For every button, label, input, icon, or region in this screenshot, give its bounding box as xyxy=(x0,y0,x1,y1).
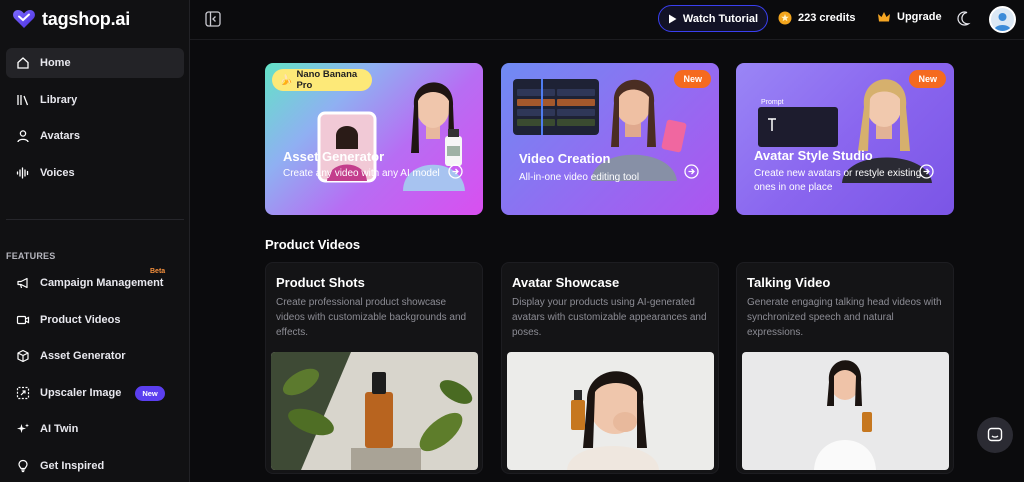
asset-generator-card[interactable]: 🍌 Nano Banana Pro Asset Generator Create… xyxy=(265,63,483,215)
sidebar-item-label: Library xyxy=(40,94,78,106)
sidebar-item-label: Product Videos xyxy=(40,314,121,326)
watch-tutorial-button[interactable]: Watch Tutorial xyxy=(658,5,768,32)
avatar-showcase-title: Avatar Showcase xyxy=(512,275,620,290)
beta-tag: Beta xyxy=(150,268,166,275)
sidebar-item-library[interactable]: Library xyxy=(6,85,184,115)
video-creation-desc: All-in-one video editing tool xyxy=(519,172,640,183)
product-shots-thumbnail xyxy=(271,352,478,470)
sidebar-item-home[interactable]: Home xyxy=(6,48,184,78)
sidebar-item-label: Home xyxy=(40,57,71,69)
avatar-showcase-card[interactable]: Avatar Showcase Display your products us… xyxy=(501,262,719,474)
home-icon xyxy=(17,57,29,69)
sidebar-item-label: Get Inspired xyxy=(40,460,105,472)
sidebar-item-asset-generator[interactable]: Asset Generator xyxy=(6,341,184,371)
upgrade-label: Upgrade xyxy=(897,11,942,23)
talking-video-thumbnail xyxy=(742,352,949,470)
arrow-circle-right-icon[interactable] xyxy=(919,164,934,179)
megaphone-icon xyxy=(17,277,28,289)
features-heading: FEATURES xyxy=(6,251,56,261)
asset-generator-desc: Create any video with any AI model xyxy=(283,168,440,179)
sidebar-item-voices[interactable]: Voices xyxy=(6,158,184,188)
product-shots-card[interactable]: Product Shots Create professional produc… xyxy=(265,262,483,474)
sidebar: tagshop.ai Home Library Avatars Voices F… xyxy=(0,0,190,482)
waveform-icon xyxy=(16,167,29,179)
brand-name: tagshop.ai xyxy=(42,8,131,29)
sidebar-item-label: Voices xyxy=(40,167,75,179)
user-avatar-icon xyxy=(994,13,1011,31)
sidebar-item-ai-twin[interactable]: AI Twin xyxy=(6,414,184,444)
brand-logo[interactable]: tagshop.ai xyxy=(12,8,130,30)
talking-video-desc: Generate engaging talking head videos wi… xyxy=(747,297,942,338)
serum-bottle-leaves-image xyxy=(271,352,478,470)
lightbulb-icon xyxy=(18,459,28,473)
woman-with-serum-image xyxy=(507,352,714,470)
user-avatar[interactable] xyxy=(989,6,1016,33)
smiling-woman-image xyxy=(742,352,949,470)
asset-generator-title: Asset Generator xyxy=(283,149,385,164)
arrow-circle-right-icon[interactable] xyxy=(684,164,699,179)
upscale-icon xyxy=(16,386,30,400)
sidebar-item-label: Avatars xyxy=(40,130,80,142)
new-badge: New xyxy=(135,385,165,401)
new-badge: New xyxy=(674,70,711,88)
sidebar-item-upscaler-image[interactable]: Upscaler Image New xyxy=(6,378,184,408)
avatar-style-studio-card[interactable]: Prompt New Avatar Style Studio Create ne… xyxy=(736,63,954,215)
nano-banana-chip: 🍌 Nano Banana Pro xyxy=(272,69,372,91)
video-creation-card[interactable]: New Video Creation All-in-one video edit… xyxy=(501,63,719,215)
coin-star-icon xyxy=(778,11,792,25)
play-icon xyxy=(668,14,677,23)
sidebar-item-label: Campaign Management xyxy=(40,277,164,289)
sidebar-item-label: Upscaler Image xyxy=(40,387,122,399)
section-title: Product Videos xyxy=(265,237,361,252)
product-shots-title: Product Shots xyxy=(276,275,365,290)
prompt-label: Prompt xyxy=(761,99,784,106)
user-icon xyxy=(17,130,29,143)
moon-icon[interactable] xyxy=(957,11,972,26)
talking-video-card[interactable]: Talking Video Generate engaging talking … xyxy=(736,262,954,474)
cube-icon xyxy=(17,349,29,363)
video-creation-title: Video Creation xyxy=(519,151,611,166)
avatar-style-studio-desc: Create new avatars or restyle existing o… xyxy=(754,168,922,193)
avatar-style-studio-title: Avatar Style Studio xyxy=(754,148,873,163)
video-camera-icon xyxy=(16,315,30,325)
top-bar: Watch Tutorial 223 credits Upgrade xyxy=(190,0,1024,40)
avatar-showcase-desc: Display your products using AI-generated… xyxy=(512,297,707,338)
new-badge: New xyxy=(909,70,946,88)
banana-icon: 🍌 xyxy=(280,74,293,86)
avatar-showcase-thumbnail xyxy=(507,352,714,470)
chat-support-button[interactable] xyxy=(977,417,1013,453)
product-shots-desc: Create professional product showcase vid… xyxy=(276,297,467,338)
prompt-panel-illustration xyxy=(758,107,838,147)
sidebar-item-label: Asset Generator xyxy=(40,350,126,362)
library-icon xyxy=(17,95,29,106)
credits-indicator[interactable]: 223 credits xyxy=(778,11,855,25)
credits-label: 223 credits xyxy=(798,12,856,24)
sparkle-icon xyxy=(17,423,29,433)
sidebar-divider xyxy=(6,219,184,220)
heart-logo-icon xyxy=(13,10,35,28)
sidebar-item-label: AI Twin xyxy=(40,423,79,435)
upgrade-button[interactable]: Upgrade xyxy=(877,11,942,23)
sidebar-item-avatars[interactable]: Avatars xyxy=(6,121,184,151)
sidebar-item-product-videos[interactable]: Product Videos xyxy=(6,305,184,335)
watch-tutorial-label: Watch Tutorial xyxy=(682,12,759,25)
nano-banana-label: Nano Banana Pro xyxy=(296,69,358,91)
chat-icon xyxy=(987,427,1003,442)
talking-video-title: Talking Video xyxy=(747,275,831,290)
collapse-sidebar-icon[interactable] xyxy=(205,11,221,27)
sidebar-item-get-inspired[interactable]: Get Inspired xyxy=(6,451,184,481)
arrow-circle-right-icon[interactable] xyxy=(448,164,463,179)
crown-icon xyxy=(878,12,890,22)
